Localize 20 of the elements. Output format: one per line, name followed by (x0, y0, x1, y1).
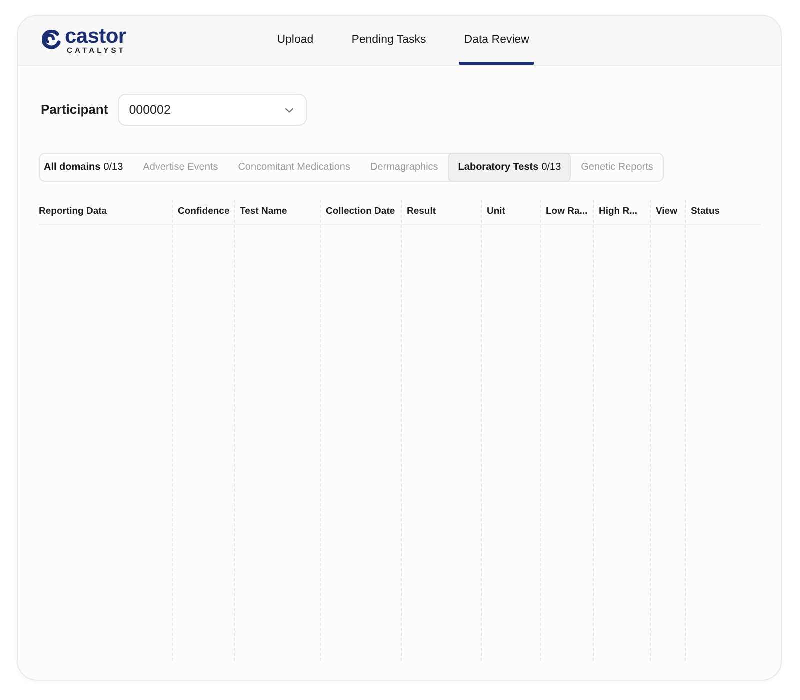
column-header: Unit (487, 204, 506, 219)
participant-label: Participant (41, 101, 108, 120)
nav-tab[interactable]: Pending Tasks (346, 16, 432, 65)
logo-text: castor (65, 28, 126, 46)
column-header: Result (407, 204, 436, 219)
column-header: Low Ra... (546, 204, 588, 219)
spiral-logo-icon (42, 30, 61, 52)
column-header: Test Name (240, 204, 288, 219)
column-header: Confidence (178, 204, 230, 219)
column-header: Reporting Data (39, 204, 108, 219)
column-header: Status (691, 204, 720, 219)
column-header: View (656, 204, 678, 219)
domain-tab[interactable]: All domains 0/13 (40, 154, 134, 181)
chevron-down-icon (285, 108, 294, 112)
nav-tab[interactable]: Data Review (459, 16, 534, 65)
column-header: Collection Date (326, 204, 396, 219)
column-header: High R... (599, 204, 638, 219)
participant-select[interactable]: 000002 (118, 94, 308, 126)
domain-tab[interactable]: Laboratory Tests 0/13 (448, 153, 572, 182)
nav-tab[interactable]: Upload (272, 16, 319, 65)
